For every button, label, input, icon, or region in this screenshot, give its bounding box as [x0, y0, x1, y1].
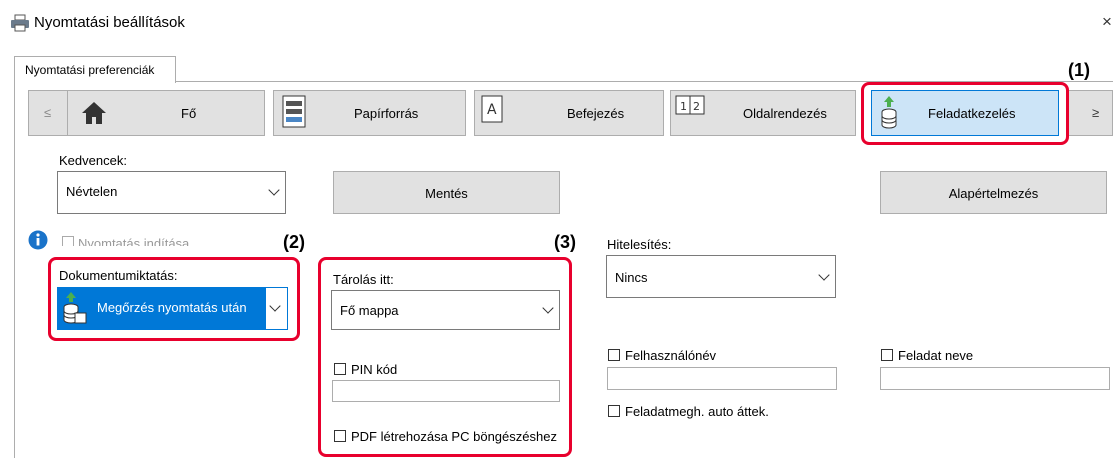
defaults-button[interactable]: Alapértelmezés: [880, 171, 1107, 214]
callout-label-1: (1): [1068, 60, 1090, 80]
favorites-label: Kedvencek:: [59, 153, 127, 168]
finishing-icon: A: [481, 95, 503, 123]
nav-item-label: Oldalrendezés: [743, 106, 827, 121]
printer-icon: [11, 14, 29, 32]
info-icon: [28, 230, 48, 250]
job-name-checkbox[interactable]: [881, 349, 893, 361]
print-start-row: Nyomtatás indítása: [62, 234, 302, 246]
nav-item-label: Papírforrás: [354, 106, 419, 121]
svg-text:A: A: [487, 102, 497, 118]
nav-prev-button[interactable]: ≤: [28, 90, 68, 136]
print-start-label: Nyomtatás indítása: [78, 236, 190, 246]
user-name-label: Felhasználónév: [625, 348, 717, 363]
nav-item-label: Befejezés: [567, 106, 625, 121]
nav-item-main[interactable]: Fő: [67, 90, 265, 136]
nav-prev-label: ≤: [44, 105, 52, 120]
nav-item-label: Fő: [181, 106, 197, 121]
user-name-checkbox[interactable]: [608, 349, 620, 361]
home-icon: [82, 102, 106, 124]
window-title: Nyomtatási beállítások: [34, 14, 185, 31]
callout-box-1: [861, 82, 1069, 145]
chevron-down-icon: [818, 269, 830, 281]
callout-label-2: (2): [283, 232, 305, 252]
page-layout-icon: 1 2: [675, 95, 705, 115]
job-name-label: Feladat neve: [898, 348, 974, 363]
nav-item-page-layout[interactable]: 1 2 Oldalrendezés: [670, 90, 856, 136]
favorites-select[interactable]: Névtelen: [57, 171, 286, 214]
tab-label: Nyomtatási preferenciák: [25, 63, 155, 77]
svg-text:2: 2: [693, 100, 700, 113]
authentication-value: Nincs: [615, 270, 648, 285]
favorites-value: Névtelen: [66, 184, 118, 199]
save-favorite-label: Mentés: [425, 186, 468, 201]
svg-text:1: 1: [680, 100, 687, 113]
close-icon[interactable]: ×: [1102, 12, 1112, 32]
callout-box-3: [318, 257, 572, 457]
nav-item-finishing[interactable]: A Befejezés: [474, 90, 664, 136]
callout-box-2: [48, 257, 300, 341]
auto-job-review-checkbox[interactable]: [608, 405, 620, 417]
print-start-checkbox[interactable]: [62, 236, 74, 246]
paper-tray-icon: [282, 95, 306, 128]
callout-label-3: (3): [554, 232, 576, 252]
auto-job-review-label: Feladatmegh. auto áttek.: [625, 404, 769, 419]
tab-printing-preferences[interactable]: Nyomtatási preferenciák: [14, 56, 176, 83]
chevron-down-icon: [268, 184, 280, 196]
user-name-input[interactable]: [607, 367, 837, 390]
authentication-select[interactable]: Nincs: [606, 255, 836, 298]
authentication-label: Hitelesítés:: [607, 237, 672, 252]
nav-next-label: ≥: [1092, 105, 1100, 120]
nav-item-paper-source[interactable]: Papírforrás: [273, 90, 466, 136]
save-favorite-button[interactable]: Mentés: [333, 171, 560, 214]
job-name-input[interactable]: [880, 367, 1110, 390]
nav-next-button[interactable]: ≥: [1066, 90, 1113, 136]
defaults-label: Alapértelmezés: [948, 186, 1039, 201]
